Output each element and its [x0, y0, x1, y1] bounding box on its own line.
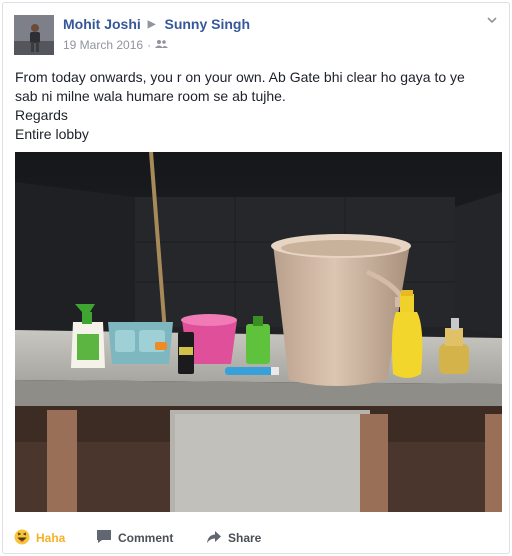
comment-label: Comment: [118, 531, 174, 545]
post-text-line: sab ni milne wala humare room se ab tujh…: [15, 88, 286, 104]
post-text: From today onwards, you r on your own. A…: [15, 68, 499, 144]
post-date-link[interactable]: 19 March 2016: [63, 38, 143, 52]
friends-icon[interactable]: [155, 38, 169, 52]
comment-icon: [96, 529, 112, 547]
author-name-link[interactable]: Mohit Joshi: [63, 16, 141, 32]
post-meta: 19 March 2016 ·: [63, 38, 169, 52]
meta-separator: ·: [147, 38, 152, 52]
haha-emoji-icon: [14, 529, 30, 548]
haha-label: Haha: [36, 531, 66, 545]
post-actions-bar: Haha Comment Share: [3, 523, 509, 553]
post-text-line: From today onwards, you r on your own. A…: [15, 69, 465, 85]
recipient-name-link[interactable]: Sunny Singh: [164, 16, 250, 32]
share-label: Share: [228, 531, 262, 545]
chevron-down-icon[interactable]: [485, 13, 499, 27]
post-photo[interactable]: [15, 151, 502, 512]
triangle-right-icon: ▶: [147, 18, 156, 30]
avatar-photo: [14, 15, 54, 55]
author-avatar[interactable]: [14, 15, 54, 55]
haha-reaction-button[interactable]: Haha: [14, 529, 65, 548]
post-header-names: Mohit Joshi ▶ Sunny Singh: [63, 16, 250, 32]
post-text-line: Entire lobby: [15, 126, 89, 142]
post-text-line: Regards: [15, 107, 68, 123]
share-icon: [206, 530, 222, 547]
comment-button[interactable]: Comment: [96, 529, 173, 547]
share-button[interactable]: Share: [206, 530, 261, 547]
post-card: Mohit Joshi ▶ Sunny Singh 19 March 2016 …: [2, 2, 510, 554]
